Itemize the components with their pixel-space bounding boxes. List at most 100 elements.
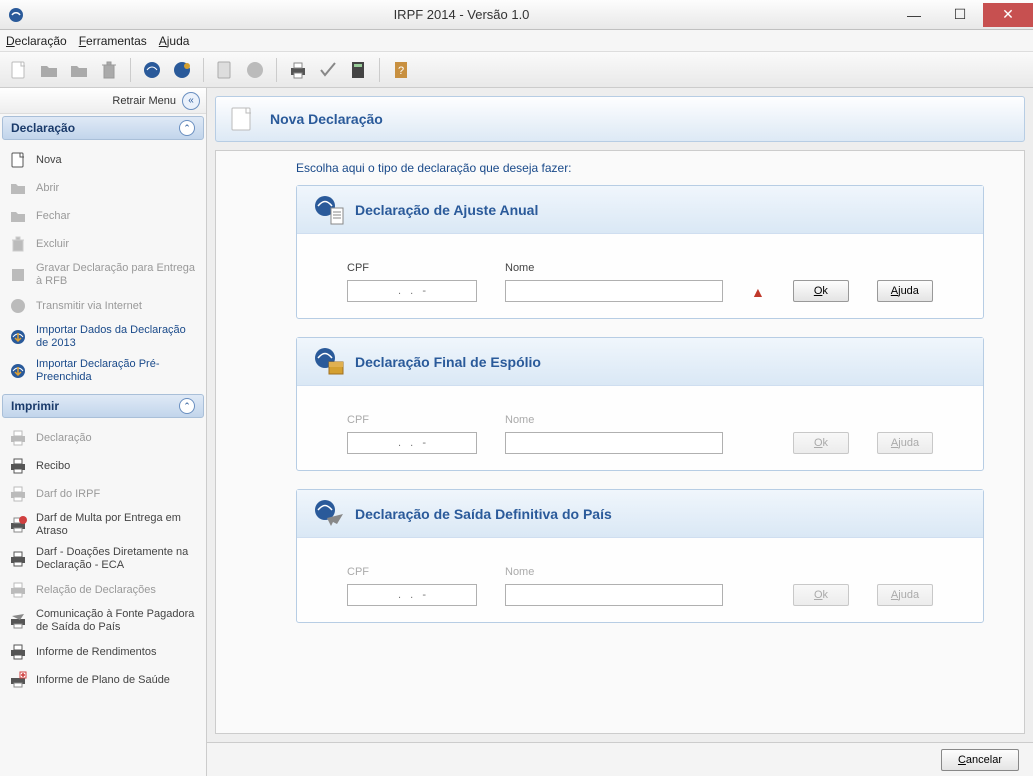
card-icon [313, 498, 345, 530]
sidebar-item[interactable]: Darf - Doações Diretamente na Declaração… [2, 542, 204, 576]
tb-close-icon[interactable] [66, 57, 92, 83]
sidebar-item-label: Importar Declaração Pré-Preenchida [36, 358, 198, 384]
sidebar-item[interactable]: Excluir [2, 230, 204, 258]
cpf-input[interactable] [347, 280, 477, 302]
document-icon [228, 105, 256, 133]
cpf-label: CPF [347, 262, 477, 274]
declaration-card: Declaração de Ajuste Anual CPF Nome ▲ Ok… [296, 185, 984, 319]
title-bar: IRPF 2014 - Versão 1.0 — ☐ ✕ [0, 0, 1033, 30]
toolbar-separator [379, 58, 380, 82]
footer-bar: Cancelar [207, 742, 1033, 776]
card-form: CPF Nome ▲ Ok Ajuda [297, 234, 983, 306]
maximize-button[interactable]: ☐ [937, 3, 983, 27]
card-icon [313, 194, 345, 226]
cancel-button[interactable]: Cancelar [941, 749, 1019, 771]
sidebar-item[interactable]: Abrir [2, 174, 204, 202]
sidebar-item[interactable]: Darf de Multa por Entrega em Atraso [2, 508, 204, 542]
sidebar-item[interactable]: Comunicação à Fonte Pagadora de Saída do… [2, 604, 204, 638]
sidebar-item[interactable]: Nova [2, 146, 204, 174]
cpf-input[interactable] [347, 432, 477, 454]
section-title: Declaração [11, 121, 75, 135]
retract-menu-button[interactable]: « [182, 92, 200, 110]
tb-transmit-icon[interactable] [169, 57, 195, 83]
ok-button[interactable]: Ok [793, 584, 849, 606]
nome-label: Nome [505, 566, 723, 578]
printer-icon [8, 428, 28, 448]
app-icon [6, 5, 26, 25]
printer-icon [8, 456, 28, 476]
window-title: IRPF 2014 - Versão 1.0 [32, 7, 891, 22]
sidebar-item-label: Comunicação à Fonte Pagadora de Saída do… [36, 608, 198, 634]
toolbar-separator [130, 58, 131, 82]
tb-save-icon[interactable] [139, 57, 165, 83]
nome-input[interactable] [505, 584, 723, 606]
toolbar: ? [0, 52, 1033, 88]
sidebar-item-label: Darf do IRPF [36, 488, 100, 501]
menu-bar: Declaração Ferramentas Ajuda [0, 30, 1033, 52]
tb-help-icon[interactable]: ? [388, 57, 414, 83]
sidebar-item[interactable]: Importar Dados da Declaração de 2013 [2, 320, 204, 354]
sidebar-item-label: Nova [36, 154, 62, 167]
tb-new-icon[interactable] [6, 57, 32, 83]
close-button[interactable]: ✕ [983, 3, 1033, 27]
sidebar-item-label: Abrir [36, 182, 59, 195]
sidebar-item-label: Informe de Plano de Saúde [36, 674, 170, 687]
retract-menu-label: Retrair Menu [112, 95, 176, 107]
printer-icon [8, 484, 28, 504]
declaration-card: Declaração Final de Espólio CPF Nome Ok … [296, 337, 984, 471]
minimize-button[interactable]: — [891, 3, 937, 27]
sidebar-section-imprimir[interactable]: Imprimir ⌃ [2, 394, 204, 418]
menu-ajuda[interactable]: Ajuda [159, 34, 190, 48]
nome-input[interactable] [505, 432, 723, 454]
sidebar-item[interactable]: Informe de Plano de Saúde [2, 666, 204, 694]
save-icon [8, 265, 28, 285]
card-form: CPF Nome Ok Ajuda [297, 538, 983, 610]
sidebar-item-label: Recibo [36, 460, 70, 473]
tb-calc-icon[interactable] [345, 57, 371, 83]
printer-icon [8, 642, 28, 662]
sidebar-item[interactable]: Transmitir via Internet [2, 292, 204, 320]
tb-open-icon[interactable] [36, 57, 62, 83]
document-icon [8, 150, 28, 170]
ajuda-button[interactable]: Ajuda [877, 432, 933, 454]
cpf-input[interactable] [347, 584, 477, 606]
warning-icon: ▲ [751, 284, 765, 300]
sidebar-item[interactable]: Recibo [2, 452, 204, 480]
tb-doc-icon[interactable] [212, 57, 238, 83]
cpf-label: CPF [347, 414, 477, 426]
menu-declaracao[interactable]: Declaração [6, 34, 67, 48]
nome-input[interactable] [505, 280, 723, 302]
content-area: Escolha aqui o tipo de declaração que de… [215, 150, 1025, 734]
sidebar-item-label: Informe de Rendimentos [36, 646, 156, 659]
sidebar-item[interactable]: Gravar Declaração para Entrega à RFB [2, 258, 204, 292]
menu-ferramentas[interactable]: Ferramentas [79, 34, 147, 48]
sidebar-section-declaracao[interactable]: Declaração ⌃ [2, 116, 204, 140]
sidebar-item[interactable]: Declaração [2, 424, 204, 452]
sidebar-item[interactable]: Informe de Rendimentos [2, 638, 204, 666]
sidebar-item[interactable]: Relação de Declarações [2, 576, 204, 604]
window-controls: — ☐ ✕ [891, 3, 1033, 27]
nome-label: Nome [505, 414, 723, 426]
retract-menu-bar: Retrair Menu « [0, 88, 206, 114]
sidebar-item[interactable]: Fechar [2, 202, 204, 230]
sidebar-item-label: Excluir [36, 238, 69, 251]
tb-check-icon[interactable] [315, 57, 341, 83]
import-icon [8, 361, 28, 381]
collapse-icon[interactable]: ⌃ [179, 120, 195, 136]
instruction-text: Escolha aqui o tipo de declaração que de… [296, 161, 984, 175]
sidebar-item[interactable]: Importar Declaração Pré-Preenchida [2, 354, 204, 388]
folder-icon [8, 178, 28, 198]
card-header: Declaração de Ajuste Anual [297, 186, 983, 234]
ok-button[interactable]: Ok [793, 432, 849, 454]
tb-print-icon[interactable] [285, 57, 311, 83]
ajuda-button[interactable]: Ajuda [877, 280, 933, 302]
tb-delete-icon[interactable] [96, 57, 122, 83]
declaration-card: Declaração de Saída Definitiva do País C… [296, 489, 984, 623]
ajuda-button[interactable]: Ajuda [877, 584, 933, 606]
sidebar-item[interactable]: Darf do IRPF [2, 480, 204, 508]
collapse-icon[interactable]: ⌃ [179, 398, 195, 414]
tb-globe-icon[interactable] [242, 57, 268, 83]
section-title: Imprimir [11, 399, 59, 413]
trash-icon [8, 234, 28, 254]
ok-button[interactable]: Ok [793, 280, 849, 302]
